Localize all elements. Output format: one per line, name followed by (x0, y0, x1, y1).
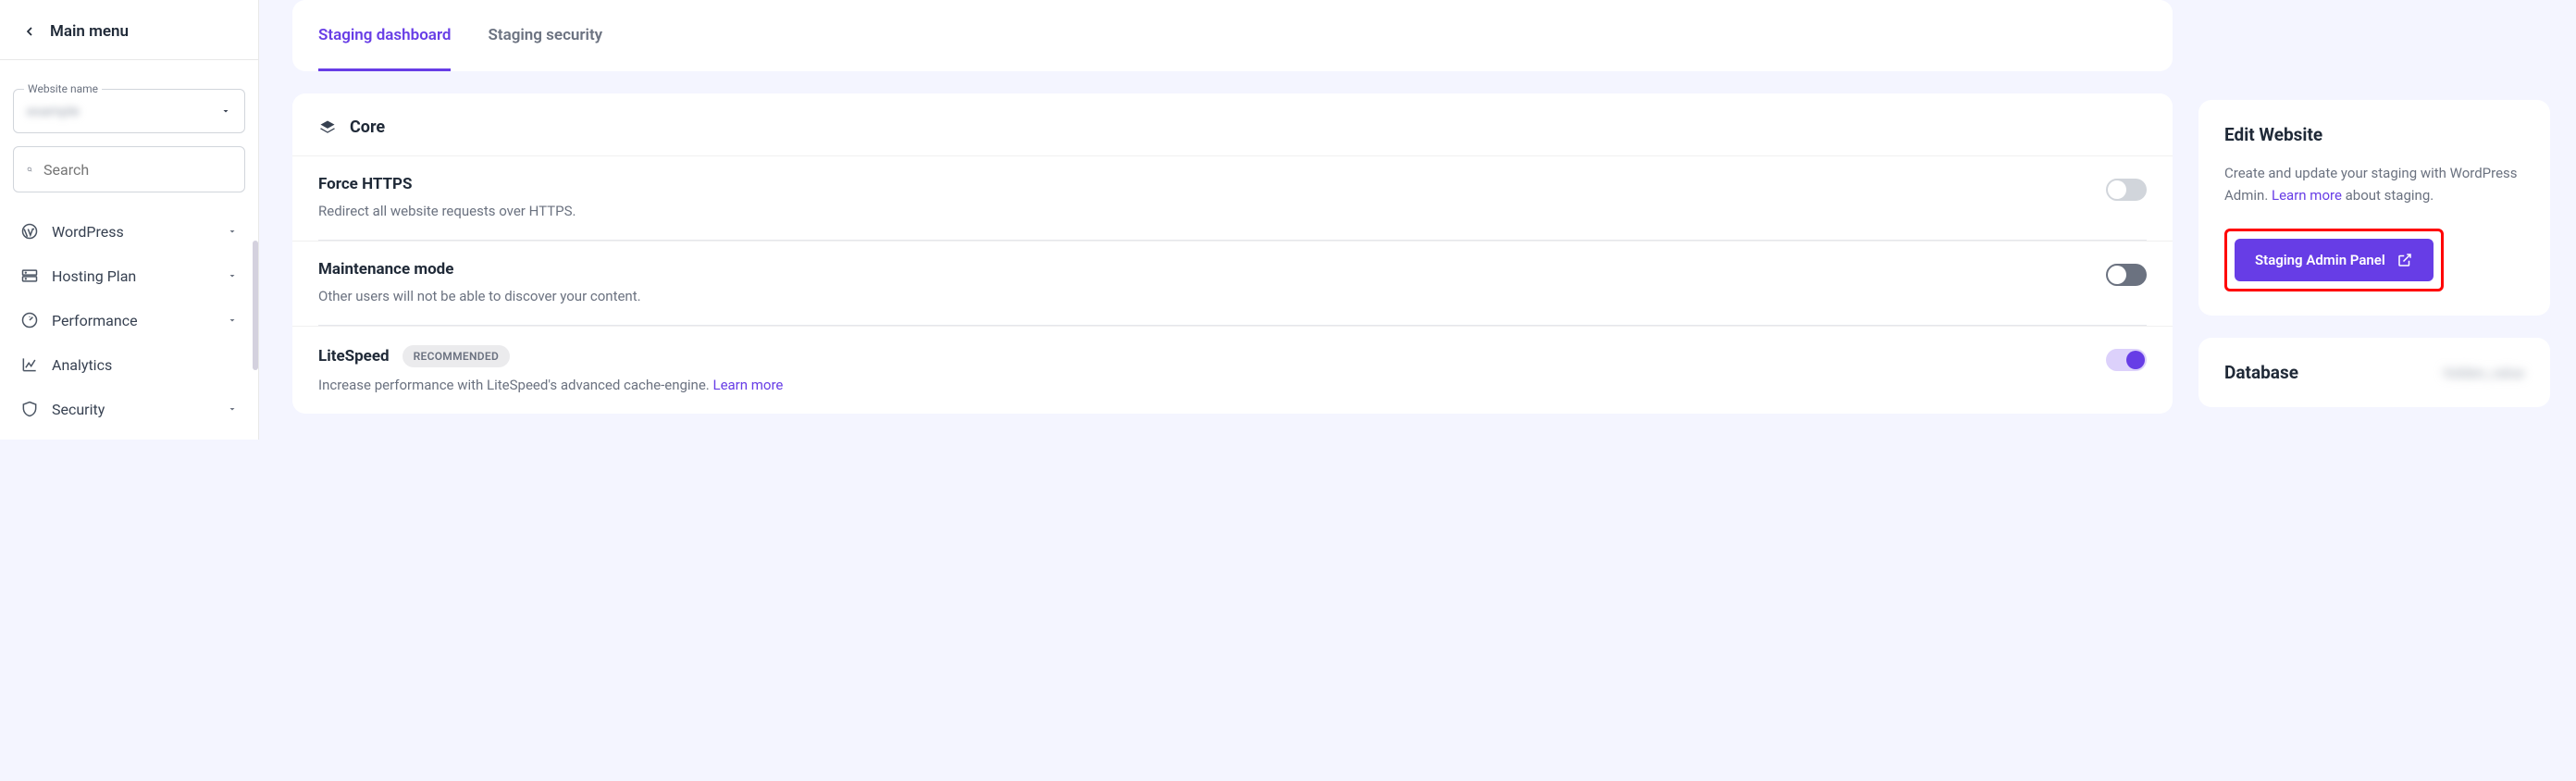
search-input[interactable] (43, 161, 231, 179)
toggle-litespeed[interactable] (2106, 349, 2147, 371)
sidebar-item-analytics[interactable]: Analytics (9, 342, 249, 387)
layers-icon (318, 118, 337, 137)
setting-litespeed: LiteSpeed RECOMMENDED Increase performan… (292, 326, 2173, 414)
website-selector-container: Website name example (0, 60, 258, 133)
nav-label: Performance (52, 312, 214, 329)
setting-text: LiteSpeed RECOMMENDED Increase performan… (318, 345, 2106, 393)
shield-icon (20, 400, 39, 418)
scrollbar[interactable] (253, 241, 258, 370)
sidebar: Main menu Website name example WordPress… (0, 0, 259, 440)
core-card: Core Force HTTPS Redirect all website re… (292, 93, 2173, 414)
server-icon (20, 267, 39, 285)
chevron-left-icon (22, 24, 37, 39)
caret-down-icon (227, 315, 238, 326)
setting-title: Force HTTPS (318, 175, 412, 193)
setting-maintenance-mode: Maintenance mode Other users will not be… (292, 241, 2173, 325)
toggle-knob (2126, 351, 2145, 369)
main-column: Staging dashboard Staging security Core … (292, 0, 2173, 440)
setting-text: Maintenance mode Other users will not be… (318, 260, 2106, 304)
toggle-force-https[interactable] (2106, 179, 2147, 201)
gauge-icon (20, 311, 39, 329)
staging-admin-panel-button[interactable]: Staging Admin Panel (2235, 239, 2434, 281)
caret-down-icon (227, 270, 238, 281)
core-header: Core (292, 93, 2173, 155)
nav-label: Analytics (52, 356, 238, 374)
database-card: Database hidden_value (2198, 338, 2550, 407)
sidebar-item-security[interactable]: Security (9, 387, 249, 431)
setting-title: LiteSpeed (318, 347, 390, 366)
edit-website-card: Edit Website Create and update your stag… (2198, 100, 2550, 316)
main-menu-label: Main menu (50, 22, 129, 41)
spacer (2198, 0, 2550, 78)
learn-more-link[interactable]: Learn more (712, 377, 783, 393)
recommended-badge: RECOMMENDED (402, 345, 510, 367)
setting-text: Force HTTPS Redirect all website request… (318, 175, 2106, 219)
caret-down-icon (220, 105, 231, 117)
tab-staging-dashboard[interactable]: Staging dashboard (318, 0, 451, 71)
tabs-card: Staging dashboard Staging security (292, 0, 2173, 71)
right-column: Edit Website Create and update your stag… (2198, 0, 2550, 440)
sidebar-item-performance[interactable]: Performance (9, 298, 249, 342)
edit-website-description: Create and update your staging with Word… (2224, 162, 2524, 206)
setting-description: Other users will not be able to discover… (318, 288, 2106, 304)
sidebar-item-wordpress[interactable]: WordPress (9, 209, 249, 254)
toggle-maintenance-mode[interactable] (2106, 264, 2147, 286)
website-name-label: Website name (24, 82, 102, 95)
learn-more-link[interactable]: Learn more (2272, 187, 2342, 204)
nav-label: Security (52, 401, 214, 418)
caret-down-icon (227, 226, 238, 237)
main-content: Staging dashboard Staging security Core … (259, 0, 2576, 440)
website-selector-dropdown[interactable]: example (13, 89, 245, 133)
database-value: hidden_value (2444, 365, 2524, 381)
core-title: Core (350, 118, 385, 137)
search-icon (27, 160, 32, 179)
main-menu-back-link[interactable]: Main menu (0, 0, 258, 60)
wordpress-icon (20, 222, 39, 241)
tab-staging-security[interactable]: Staging security (488, 0, 602, 71)
chart-icon (20, 355, 39, 374)
toggle-knob (2108, 180, 2126, 199)
sidebar-item-hosting-plan[interactable]: Hosting Plan (9, 254, 249, 298)
setting-description: Redirect all website requests over HTTPS… (318, 203, 2106, 219)
nav-label: WordPress (52, 223, 214, 241)
highlight-annotation: Staging Admin Panel (2224, 229, 2444, 291)
toggle-knob (2108, 266, 2126, 284)
setting-force-https: Force HTTPS Redirect all website request… (292, 155, 2173, 240)
nav-label: Hosting Plan (52, 267, 214, 285)
website-name-value: example (27, 103, 80, 119)
external-link-icon (2396, 252, 2413, 268)
edit-website-title: Edit Website (2224, 124, 2524, 145)
setting-description: Increase performance with LiteSpeed's ad… (318, 377, 2106, 393)
setting-title: Maintenance mode (318, 260, 453, 279)
nav-items: WordPress Hosting Plan Performance Analy… (0, 205, 258, 435)
search-box[interactable] (13, 146, 245, 192)
caret-down-icon (227, 403, 238, 415)
database-title: Database (2224, 362, 2298, 383)
